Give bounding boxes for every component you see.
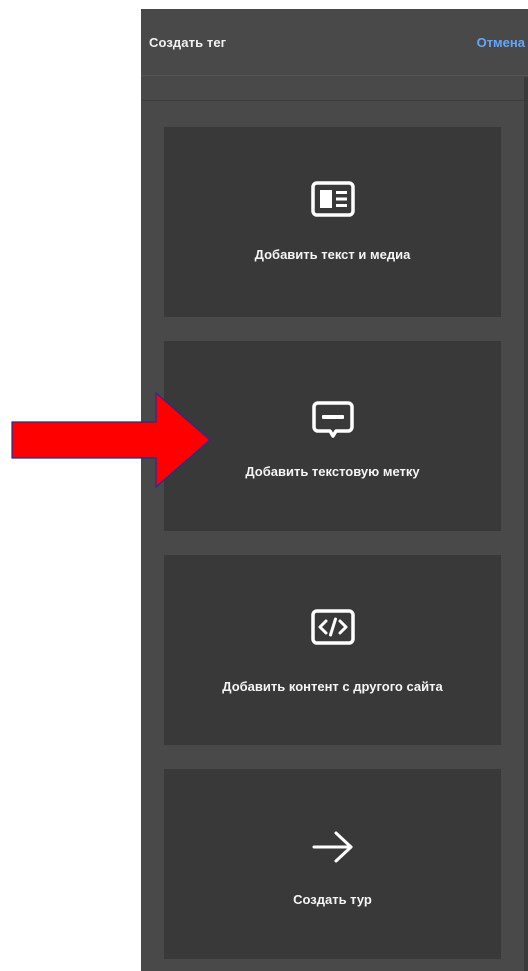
page: Создать тег Отмена Добавить текст и меди… <box>0 0 528 971</box>
create-tour-card[interactable]: Создать тур <box>164 769 501 959</box>
scrollbar[interactable] <box>524 77 528 971</box>
arrow-right-icon <box>312 831 352 863</box>
text-media-icon <box>310 181 355 217</box>
add-embed-content-card[interactable]: Добавить контент с другого сайта <box>164 555 501 745</box>
panel-header: Создать тег Отмена <box>141 9 528 76</box>
card-label: Добавить текст и медиа <box>254 247 411 262</box>
text-label-icon <box>311 401 354 438</box>
card-label: Добавить контент с другого сайта <box>222 679 443 694</box>
panel-divider <box>141 100 528 101</box>
annotation-arrow-icon <box>11 391 211 489</box>
cancel-button[interactable]: Отмена <box>477 35 528 50</box>
embed-code-icon <box>310 609 355 645</box>
add-text-media-card[interactable]: Добавить текст и медиа <box>164 127 501 317</box>
panel-title: Создать тег <box>149 34 227 50</box>
card-label: Создать тур <box>293 892 372 907</box>
create-tag-panel: Создать тег Отмена Добавить текст и меди… <box>141 9 528 971</box>
